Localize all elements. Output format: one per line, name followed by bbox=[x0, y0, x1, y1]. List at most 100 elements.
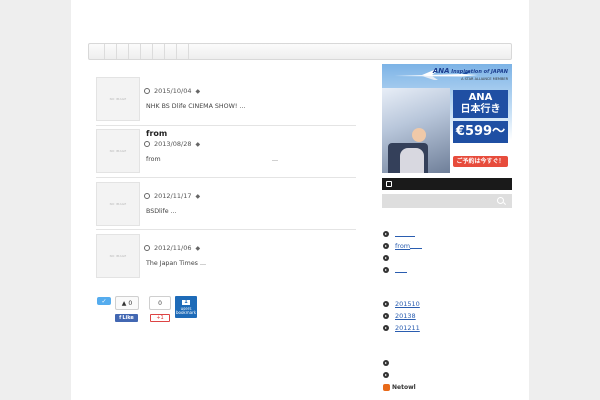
post-title[interactable]: from bbox=[146, 129, 167, 138]
like-count-box[interactable]: ▲ 0 bbox=[115, 296, 139, 310]
nav-item[interactable] bbox=[93, 44, 105, 59]
nav-item[interactable] bbox=[141, 44, 153, 59]
no-image-label: NO IMAGE bbox=[109, 202, 127, 206]
clock-icon bbox=[144, 141, 150, 147]
post-meta: 2012/11/06 ◆ bbox=[144, 244, 200, 252]
no-image-label: NO IMAGE bbox=[109, 254, 127, 258]
ad-cta-button[interactable]: ご予約は今すぐ！ bbox=[453, 156, 508, 167]
post-card[interactable]: NO IMAGE from 2013/08/28 ◆ from ... bbox=[96, 129, 356, 173]
bullet-icon bbox=[383, 231, 389, 237]
hatena-count: 1 bbox=[182, 298, 190, 305]
bullet-icon bbox=[383, 255, 389, 261]
global-navigation[interactable] bbox=[88, 43, 512, 60]
twitter-icon: ✓ bbox=[101, 297, 107, 305]
recent-post-link[interactable] bbox=[395, 231, 415, 237]
tag-icon: ◆ bbox=[195, 87, 201, 95]
list-item[interactable] bbox=[383, 228, 422, 240]
list-item[interactable]: 20138 bbox=[383, 310, 420, 322]
misc-list bbox=[383, 357, 395, 381]
post-meta: 2013/08/28 ◆ bbox=[144, 140, 200, 148]
nav-item[interactable] bbox=[153, 44, 165, 59]
passenger-shape bbox=[412, 128, 426, 142]
facebook-like-label: Like bbox=[122, 315, 134, 321]
post-divider bbox=[96, 177, 356, 178]
bullet-icon bbox=[383, 243, 389, 249]
post-divider bbox=[96, 229, 356, 230]
bullet-icon bbox=[383, 301, 389, 307]
hatena-bookmark-label: bookmark bbox=[175, 309, 197, 315]
post-excerpt: from bbox=[146, 156, 161, 163]
ad-price: €599〜 bbox=[453, 121, 508, 143]
rss-widget-header[interactable] bbox=[382, 178, 512, 190]
post-excerpt-ellipsis: ... bbox=[272, 156, 279, 163]
ad-brand-tagline: Inspiration of JAPAN bbox=[451, 69, 508, 75]
post-card[interactable]: NO IMAGE 2015/10/04 ◆ NHK BS Dlife CINEM… bbox=[96, 77, 356, 121]
list-item[interactable]: 201211 bbox=[383, 322, 420, 334]
nav-item[interactable] bbox=[105, 44, 117, 59]
facebook-like-button[interactable]: f Like bbox=[115, 314, 138, 322]
bullet-icon bbox=[383, 360, 389, 366]
recent-post-link[interactable]: from bbox=[395, 242, 410, 250]
archive-link[interactable]: 20138 bbox=[395, 312, 416, 320]
search-icon[interactable] bbox=[497, 197, 504, 204]
no-image-label: NO IMAGE bbox=[109, 149, 127, 153]
rss-icon bbox=[386, 181, 392, 187]
list-item[interactable]: 201510 bbox=[383, 298, 420, 310]
thumbs-up-icon: ▲ bbox=[121, 299, 127, 307]
hatena-bookmark-button[interactable]: 1 users bookmark bbox=[175, 296, 197, 318]
post-meta: 2012/11/17 ◆ bbox=[144, 192, 200, 200]
post-meta: 2015/10/04 ◆ bbox=[144, 87, 200, 95]
archive-link[interactable]: 201510 bbox=[395, 300, 420, 308]
bullet-icon bbox=[383, 267, 389, 273]
tag-icon: ◆ bbox=[195, 192, 201, 200]
netowl-widget[interactable]: Netowl bbox=[383, 384, 416, 391]
gplus-label: +1 bbox=[156, 315, 164, 321]
post-thumbnail[interactable]: NO IMAGE bbox=[96, 234, 140, 278]
post-thumbnail[interactable]: NO IMAGE bbox=[96, 129, 140, 173]
ad-cabin-image bbox=[382, 88, 450, 173]
post-card[interactable]: NO IMAGE 2012/11/17 ◆ BSDlife ... bbox=[96, 182, 356, 226]
post-date: 2013/08/28 bbox=[154, 140, 192, 148]
nav-item[interactable] bbox=[129, 44, 141, 59]
clock-icon bbox=[144, 88, 150, 94]
ana-logo: ANA Inspiration of JAPAN bbox=[433, 67, 508, 75]
list-item[interactable]: from bbox=[383, 240, 423, 252]
post-thumbnail[interactable]: NO IMAGE bbox=[96, 182, 140, 226]
post-thumbnail[interactable]: NO IMAGE bbox=[96, 77, 140, 121]
link-underline bbox=[410, 243, 423, 249]
ad-offer-panel: ANA 日本行き €599〜 ご予約は今すぐ！ bbox=[453, 88, 508, 168]
facebook-icon: f bbox=[119, 315, 122, 321]
ad-destination-line2: 日本行き bbox=[460, 104, 501, 115]
twitter-share-button[interactable]: ✓ bbox=[97, 297, 111, 305]
nav-item[interactable] bbox=[165, 44, 177, 59]
list-item[interactable] bbox=[383, 264, 422, 276]
gplus-button[interactable]: +1 bbox=[150, 314, 170, 322]
post-excerpt: The Japan Times ... bbox=[146, 260, 206, 267]
tag-icon: ◆ bbox=[195, 244, 201, 252]
recent-post-link[interactable] bbox=[395, 267, 407, 273]
ad-destination: ANA 日本行き bbox=[453, 90, 508, 118]
post-divider bbox=[96, 125, 356, 126]
gplus-count-box: 0 bbox=[149, 296, 171, 310]
nav-item[interactable] bbox=[117, 44, 129, 59]
passenger-shape bbox=[400, 148, 424, 173]
ana-advertisement[interactable]: ANA Inspiration of JAPAN A STAR ALLIANCE… bbox=[382, 64, 512, 173]
ad-brand: ANA bbox=[432, 67, 450, 75]
tag-icon: ◆ bbox=[195, 140, 201, 148]
clock-icon bbox=[144, 245, 150, 251]
search-input[interactable] bbox=[382, 194, 512, 208]
owl-icon bbox=[383, 384, 390, 391]
nav-item[interactable] bbox=[177, 44, 189, 59]
list-item[interactable] bbox=[383, 357, 395, 369]
ad-alliance: A STAR ALLIANCE MEMBER bbox=[461, 77, 508, 81]
list-item[interactable] bbox=[383, 369, 395, 381]
like-count: 0 bbox=[128, 299, 133, 307]
archive-link[interactable]: 201211 bbox=[395, 324, 420, 332]
bullet-icon bbox=[383, 325, 389, 331]
post-card[interactable]: NO IMAGE 2012/11/06 ◆ The Japan Times ..… bbox=[96, 234, 356, 278]
post-date: 2012/11/17 bbox=[154, 192, 192, 200]
post-excerpt: BSDlife ... bbox=[146, 208, 177, 215]
recent-posts-list: from bbox=[383, 228, 423, 276]
list-item[interactable] bbox=[383, 252, 422, 264]
post-excerpt: NHK BS Dlife CINEMA SHOW! ... bbox=[146, 103, 246, 110]
